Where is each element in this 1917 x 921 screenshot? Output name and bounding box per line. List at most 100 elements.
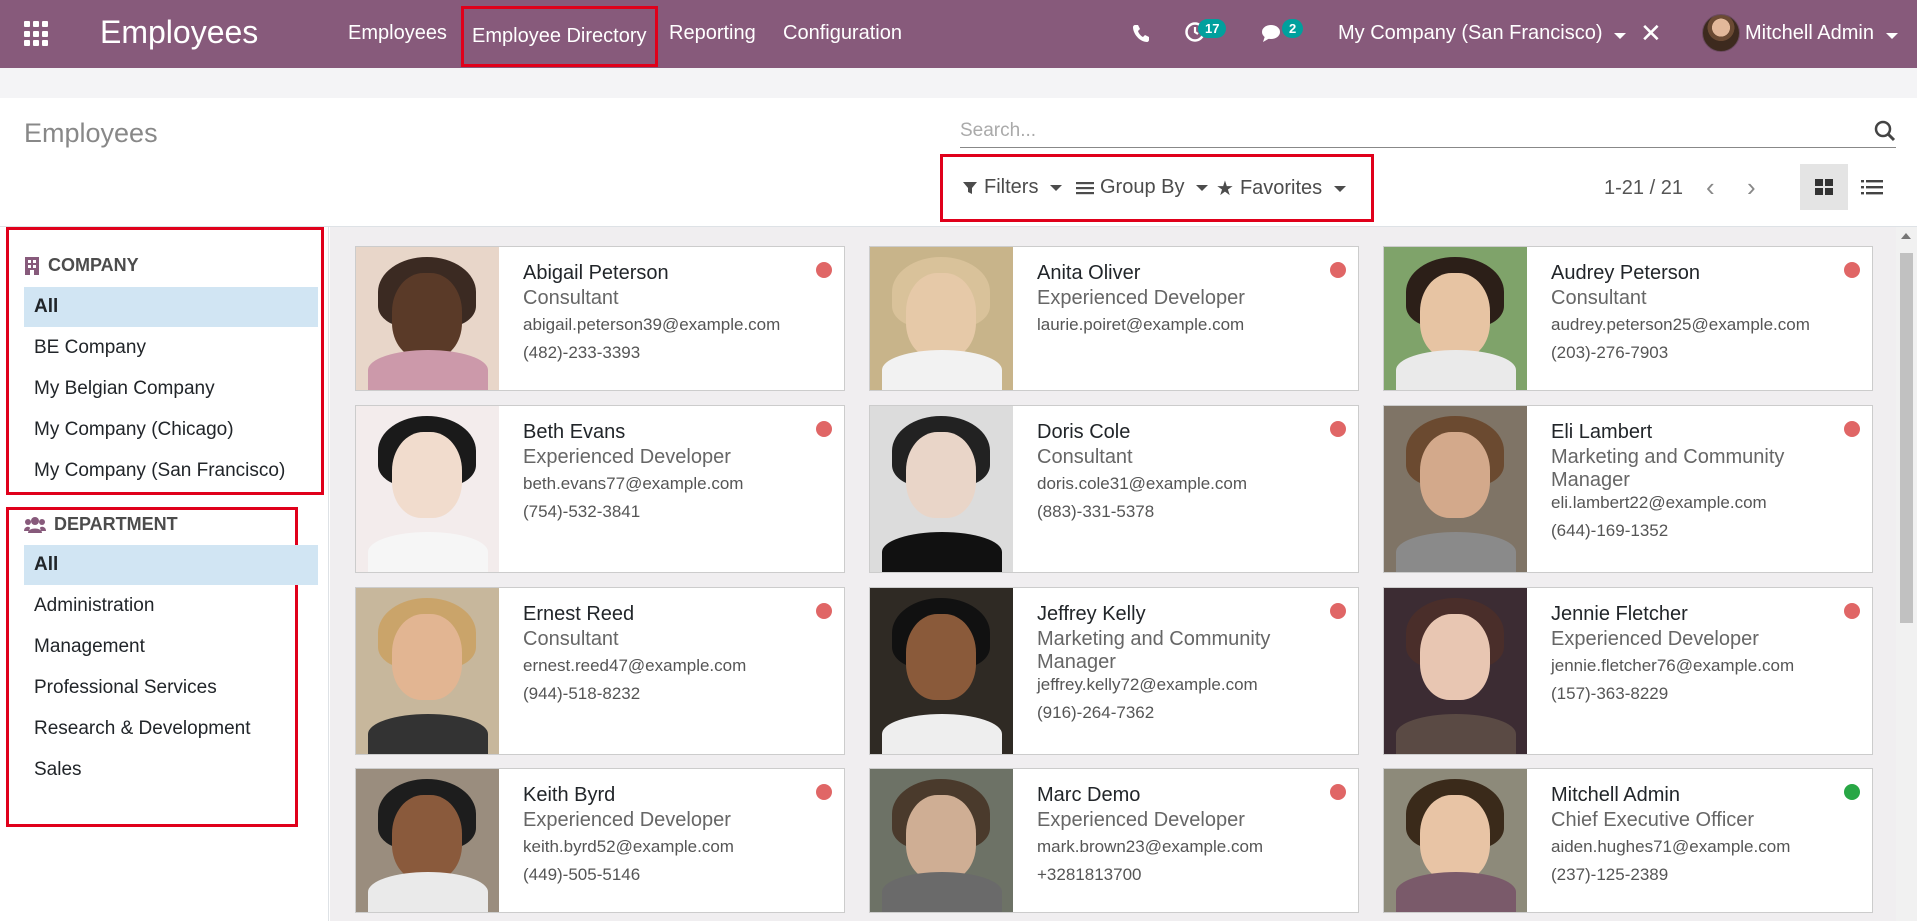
employee-job-title: Experienced Developer: [523, 809, 731, 831]
employee-photo: [1384, 247, 1527, 390]
company-item-be-company[interactable]: BE Company: [24, 328, 318, 368]
presence-status-icon: [1330, 603, 1346, 619]
employee-name: Marc Demo: [1037, 784, 1141, 806]
employee-card[interactable]: Doris Cole Consultant doris.cole31@example…: [869, 405, 1359, 573]
company-item-my-company-chicago[interactable]: My Company (Chicago): [24, 410, 318, 450]
employee-name: Audrey Peterson: [1551, 262, 1700, 284]
employee-photo: [356, 247, 499, 390]
building-icon: [25, 256, 39, 275]
department-item-professional-services[interactable]: Professional Services: [24, 668, 318, 708]
company-switcher-label: My Company (San Francisco): [1338, 22, 1603, 44]
employee-photo: [356, 769, 499, 912]
department-item-all[interactable]: All: [24, 545, 318, 585]
employee-email: audrey.peterson25@example.com: [1551, 315, 1810, 334]
user-avatar[interactable]: [1702, 14, 1740, 52]
favorites-button[interactable]: ★ Favorites: [1216, 176, 1347, 201]
searchpanel-sidebar: COMPANY All BE Company My Belgian Compan…: [0, 227, 329, 921]
company-item-my-company-san-francisco[interactable]: My Company (San Francisco): [24, 451, 318, 491]
company-item-my-belgian-company[interactable]: My Belgian Company: [24, 369, 318, 409]
employee-email: jeffrey.kelly72@example.com: [1037, 675, 1258, 694]
employee-card[interactable]: Jennie Fletcher Experienced Developer jenn…: [1383, 587, 1873, 755]
department-item-research-development[interactable]: Research & Development: [24, 709, 318, 749]
employee-photo: [870, 247, 1013, 390]
menu-configuration[interactable]: Configuration: [783, 22, 902, 45]
chevron-down-icon: [1614, 33, 1627, 39]
employee-job-title: Consultant: [1551, 287, 1647, 309]
employee-phone: (203)-276-7903: [1551, 343, 1669, 362]
pager-next-icon[interactable]: ›: [1747, 172, 1756, 203]
employee-name: Anita Oliver: [1037, 262, 1141, 284]
filters-label: Filters: [984, 176, 1039, 198]
list-icon: [1861, 180, 1883, 195]
employee-email: keith.byrd52@example.com: [523, 837, 734, 856]
employee-name: Mitchell Admin: [1551, 784, 1680, 806]
employee-card[interactable]: Abigail Peterson Consultant abigail.peters…: [355, 246, 845, 391]
employee-name: Jennie Fletcher: [1551, 603, 1688, 625]
employee-card[interactable]: Marc Demo Experienced Developer mark.brown…: [869, 768, 1359, 913]
list-view-button[interactable]: [1848, 164, 1896, 210]
grid-icon: [1815, 179, 1833, 195]
pager-previous-icon[interactable]: ‹: [1706, 172, 1715, 203]
department-item-management[interactable]: Management: [24, 627, 318, 667]
kanban-scrollbar[interactable]: [1896, 227, 1917, 921]
subheader-strip: [0, 68, 1917, 98]
employee-email: ernest.reed47@example.com: [523, 656, 747, 675]
employee-phone: (916)-264-7362: [1037, 703, 1155, 722]
apps-menu-icon[interactable]: [24, 21, 50, 47]
presence-status-icon: [816, 262, 832, 278]
department-section-header: DEPARTMENT: [24, 514, 178, 535]
scroll-up-icon[interactable]: [1901, 233, 1911, 239]
presence-status-icon: [816, 784, 832, 800]
employee-email: mark.brown23@example.com: [1037, 837, 1264, 856]
menu-reporting[interactable]: Reporting: [669, 22, 756, 45]
presence-status-icon: [1330, 784, 1346, 800]
employee-card[interactable]: Beth Evans Experienced Developer beth.evan…: [355, 405, 845, 573]
employee-card[interactable]: Jeffrey Kelly Marketing and Community Man…: [869, 587, 1359, 755]
presence-status-icon: [1330, 421, 1346, 437]
employee-phone: (944)-518-8232: [523, 684, 641, 703]
employee-photo: [1384, 406, 1527, 572]
employee-card[interactable]: Eli Lambert Marketing and Community Manag…: [1383, 405, 1873, 573]
activity-badge: 17: [1198, 19, 1227, 38]
company-section-header: COMPANY: [24, 255, 139, 276]
search-input[interactable]: [960, 118, 1840, 144]
presence-status-icon: [816, 421, 832, 437]
employee-photo: [1384, 588, 1527, 754]
employee-card[interactable]: Ernest Reed Consultant ernest.reed47@examp…: [355, 587, 845, 755]
employee-name: Abigail Peterson: [523, 262, 669, 284]
department-section-title: DEPARTMENT: [54, 514, 178, 534]
employee-phone: (449)-505-5146: [523, 865, 641, 884]
pager-value[interactable]: 1-21 / 21: [1604, 177, 1683, 200]
employee-photo: [1384, 769, 1527, 912]
employee-card[interactable]: Mitchell Admin Chief Executive Officer aid…: [1383, 768, 1873, 913]
employee-card[interactable]: Anita Oliver Experienced Developer laurie.…: [869, 246, 1359, 391]
menu-employees[interactable]: Employees: [348, 22, 447, 45]
employee-card[interactable]: Keith Byrd Experienced Developer keith.byr…: [355, 768, 845, 913]
employee-job-title: Marketing and Community Manager: [1037, 628, 1271, 673]
filter-icon: [963, 181, 977, 194]
employee-name: Eli Lambert: [1551, 421, 1653, 443]
employee-email: laurie.poiret@example.com: [1037, 315, 1245, 334]
list-bars-icon: [1076, 181, 1094, 194]
debug-tools-icon[interactable]: ✕: [1640, 18, 1662, 49]
app-title: Employees: [100, 14, 259, 50]
filters-button[interactable]: Filters: [962, 176, 1063, 199]
employee-email: abigail.peterson39@example.com: [523, 315, 781, 334]
company-switcher[interactable]: My Company (San Francisco): [1338, 22, 1627, 45]
phone-icon[interactable]: [1131, 22, 1151, 50]
employee-photo: [870, 769, 1013, 912]
employee-phone: (883)-331-5378: [1037, 502, 1155, 521]
employee-kanban: Abigail Peterson Consultant abigail.peters…: [330, 227, 1896, 921]
employee-card[interactable]: Audrey Peterson Consultant audrey.peterson…: [1383, 246, 1873, 391]
scrollbar-thumb[interactable]: [1900, 253, 1913, 623]
search-icon[interactable]: [1874, 120, 1896, 142]
company-item-all[interactable]: All: [24, 287, 318, 327]
department-item-sales[interactable]: Sales: [24, 750, 318, 790]
user-menu[interactable]: Mitchell Admin: [1745, 22, 1898, 45]
presence-status-icon: [1844, 784, 1860, 800]
kanban-view-button[interactable]: [1800, 164, 1848, 210]
search-bar: [960, 114, 1896, 148]
department-item-administration[interactable]: Administration: [24, 586, 318, 626]
group-by-button[interactable]: Group By: [1076, 176, 1209, 199]
menu-employee-directory[interactable]: Employee Directory: [461, 6, 658, 67]
